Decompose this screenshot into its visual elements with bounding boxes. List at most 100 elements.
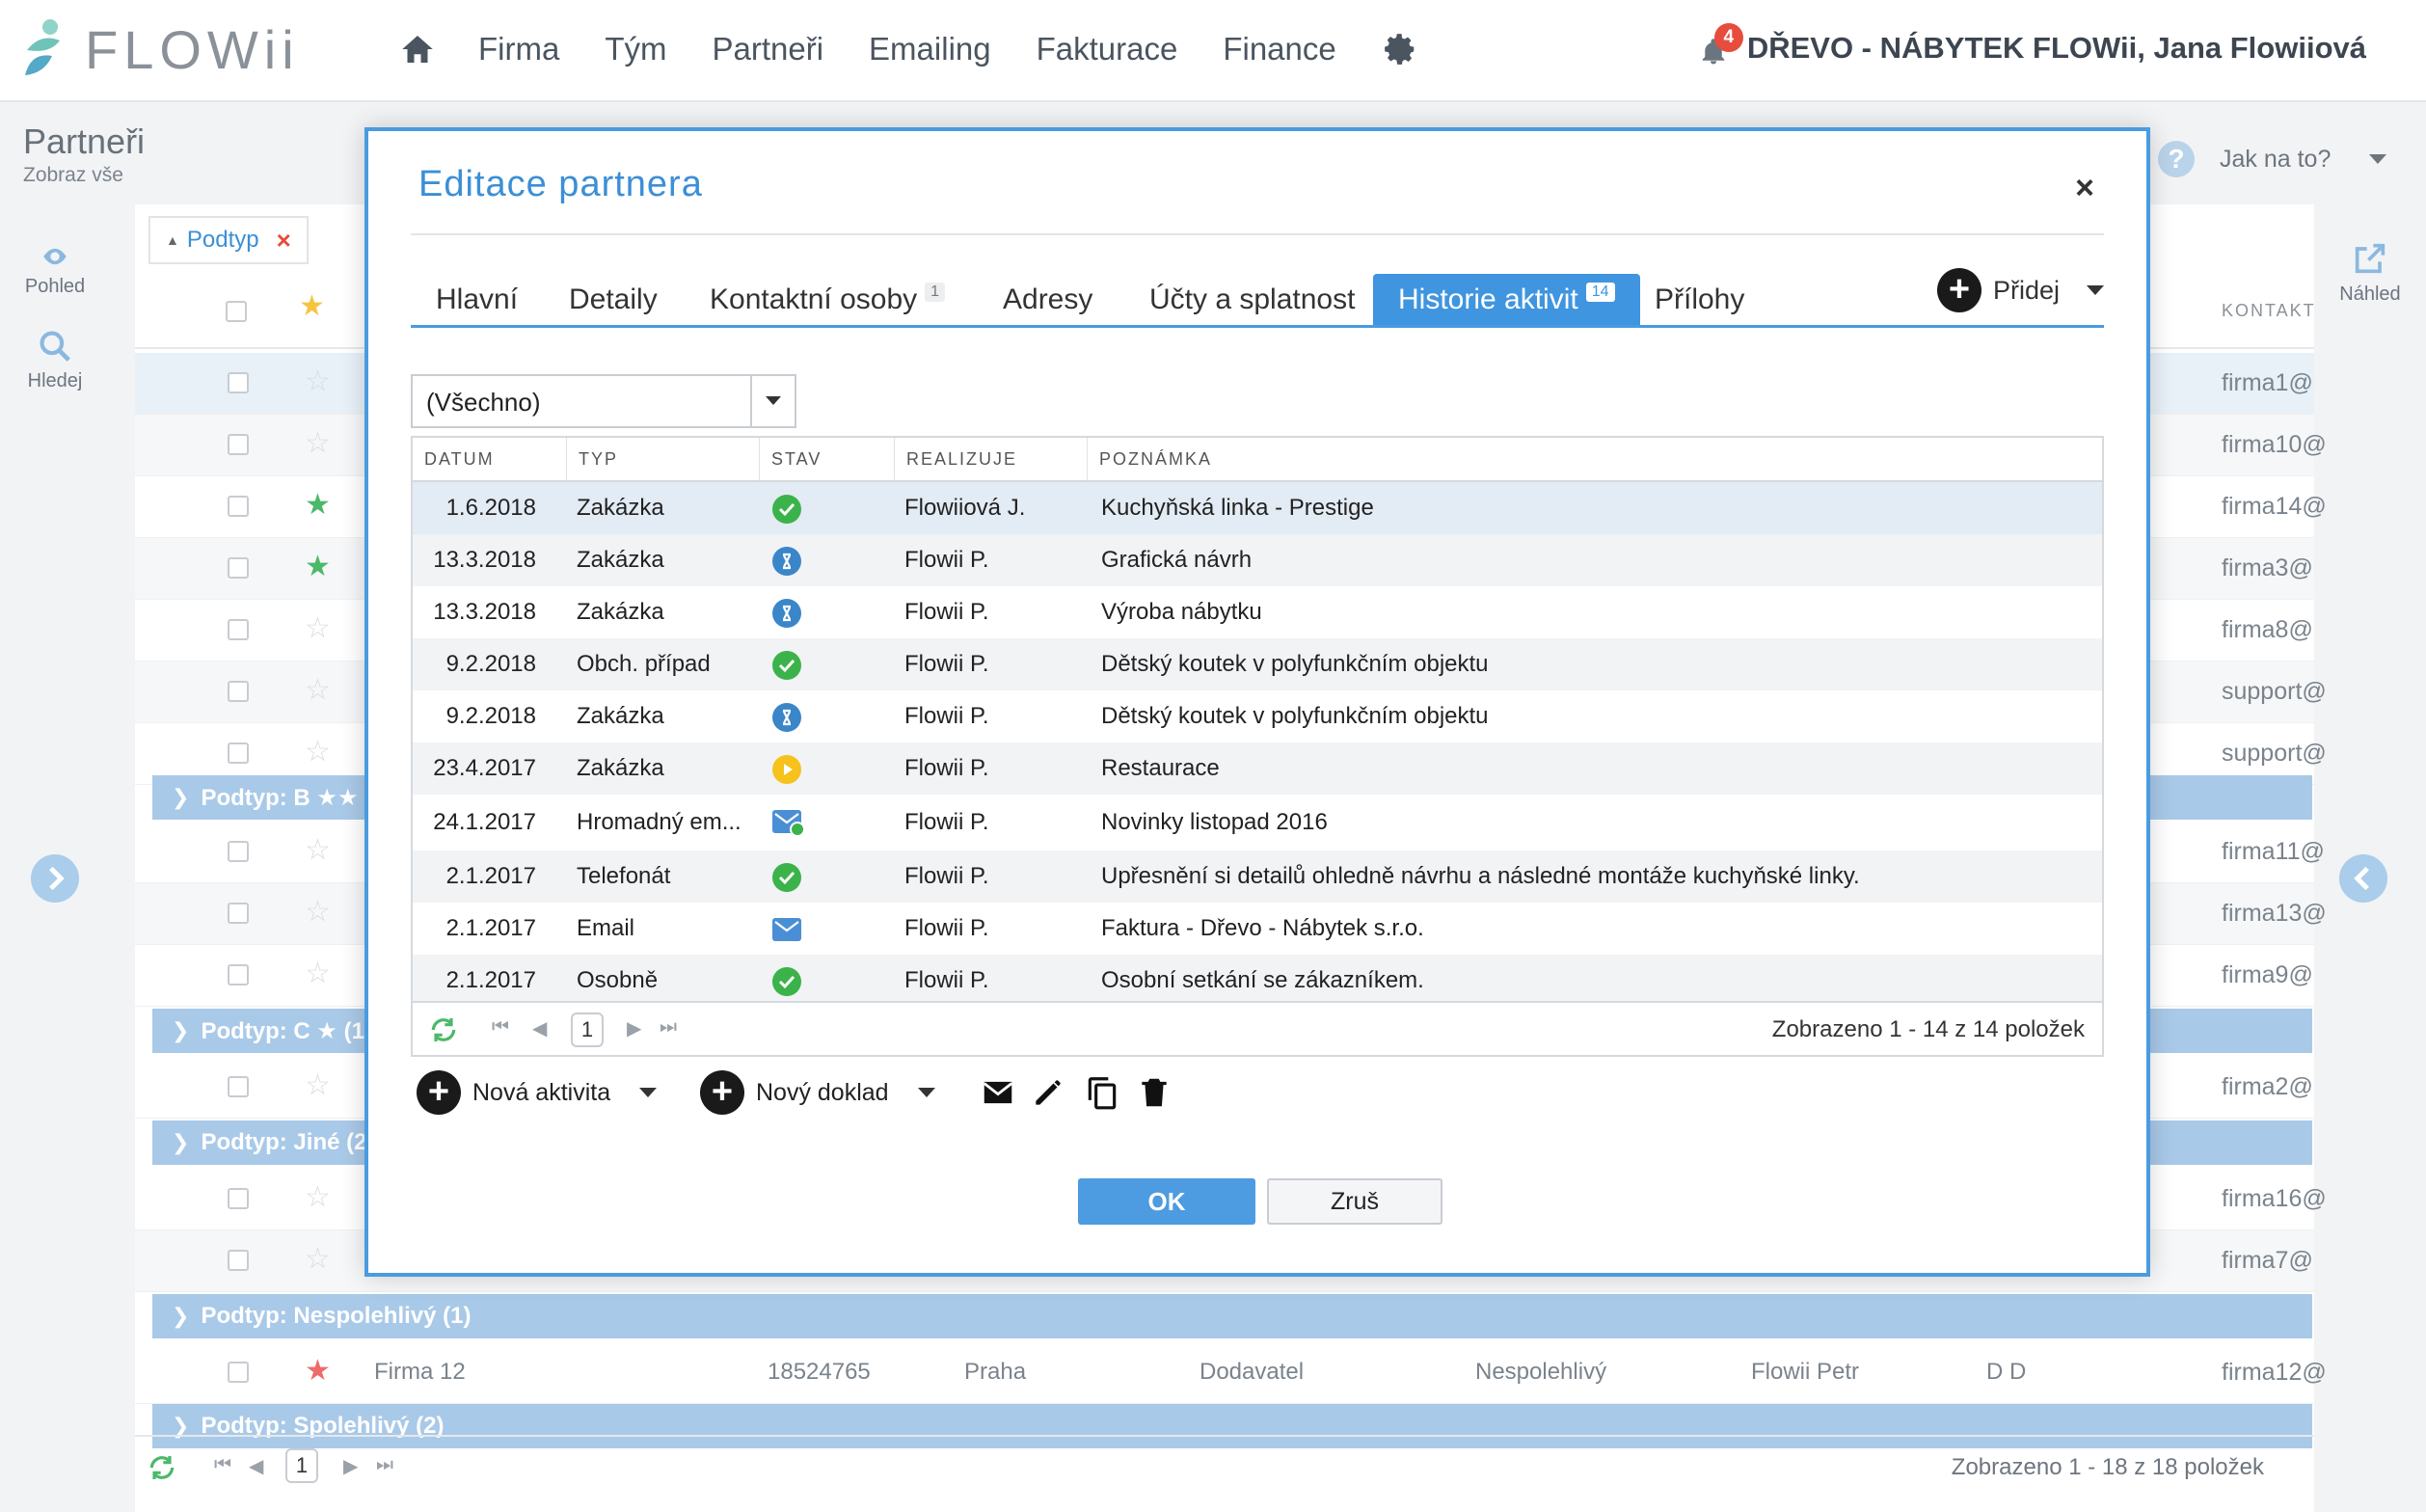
row-checkbox[interactable] bbox=[228, 1362, 249, 1383]
help-text[interactable]: Jak na to? bbox=[2220, 146, 2331, 174]
favorite-star-icon[interactable]: ☆ bbox=[305, 833, 331, 867]
row-checkbox[interactable] bbox=[228, 681, 249, 702]
user-name[interactable]: DŘEVO - NÁBYTEK FLOWii, Jana Flowiiová bbox=[1747, 31, 2366, 66]
table-row[interactable]: 2.1.2017 Telefonát Flowii P. Upřesnění si d… bbox=[413, 850, 2102, 903]
nav-partneri[interactable]: Partneři bbox=[712, 31, 823, 68]
favorite-star-icon[interactable]: ★ bbox=[305, 1354, 331, 1388]
last-page-icon[interactable]: ⏭ bbox=[376, 1454, 393, 1476]
help-area[interactable]: ? Jak na to? bbox=[2158, 141, 2387, 177]
row-checkbox[interactable] bbox=[228, 964, 249, 986]
favorite-star-icon[interactable]: ☆ bbox=[305, 1068, 331, 1102]
table-row[interactable]: 1.6.2018 Zakázka Flowiiová J. Kuchyňská lin… bbox=[413, 482, 2102, 534]
table-row[interactable]: 2.1.2017 Email Flowii P. Faktura - Dřevo - … bbox=[413, 903, 2102, 955]
home-icon[interactable] bbox=[397, 29, 438, 69]
rail-view[interactable]: Pohled bbox=[0, 243, 110, 298]
refresh-icon[interactable] bbox=[147, 1452, 177, 1483]
nav-fakturace[interactable]: Fakturace bbox=[1037, 31, 1178, 68]
tab-adresy[interactable]: Adresy bbox=[1003, 274, 1092, 325]
page-subtitle[interactable]: Zobraz vše bbox=[23, 164, 123, 187]
table-row[interactable]: 24.1.2017 Hromadný em... Flowii P. Novinky … bbox=[413, 795, 2102, 850]
table-row[interactable]: 23.4.2017 Zakázka Flowii P. Restaurace bbox=[413, 742, 2102, 795]
col-realizuje[interactable]: REALIZUJE bbox=[895, 438, 1088, 480]
first-page-icon[interactable]: ⏮ bbox=[492, 1016, 509, 1039]
col-poznamka[interactable]: POZNÁMKA bbox=[1088, 438, 2102, 480]
logo[interactable]: FLOWii bbox=[21, 15, 300, 83]
prev-page-icon[interactable]: ◀ bbox=[249, 1454, 263, 1478]
favorite-star-icon[interactable]: ☆ bbox=[305, 364, 331, 398]
row-checkbox[interactable] bbox=[228, 557, 249, 579]
row-checkbox[interactable] bbox=[228, 496, 249, 517]
tab-prilohy[interactable]: Přílohy bbox=[1655, 274, 1744, 325]
new-document-button[interactable]: + Nový doklad bbox=[700, 1070, 935, 1115]
tab-detaily[interactable]: Detaily bbox=[569, 274, 658, 325]
row-checkbox[interactable] bbox=[228, 742, 249, 764]
table-row[interactable]: ★ Firma 12 18524765 Praha Dodavatel Nespolehl… bbox=[135, 1342, 2327, 1404]
nav-emailing[interactable]: Emailing bbox=[869, 31, 991, 68]
chevron-right-icon[interactable]: ❯ bbox=[172, 1018, 189, 1043]
col-datum[interactable]: DATUM bbox=[413, 438, 567, 480]
table-row[interactable]: 13.3.2018 Zakázka Flowii P. Výroba nábytku bbox=[413, 586, 2102, 638]
notifications[interactable]: 4 bbox=[1699, 23, 1743, 68]
column-header-kontakt[interactable]: KONTAKT bbox=[2222, 301, 2316, 321]
row-checkbox[interactable] bbox=[228, 1188, 249, 1209]
favorite-star-icon[interactable]: ☆ bbox=[305, 895, 331, 929]
help-icon[interactable]: ? bbox=[2158, 141, 2195, 177]
trash-icon[interactable] bbox=[1136, 1074, 1173, 1111]
gear-icon[interactable] bbox=[1382, 31, 1418, 68]
last-page-icon[interactable]: ⏭ bbox=[660, 1016, 677, 1039]
chevron-right-icon[interactable]: ❯ bbox=[172, 785, 189, 810]
tab-historie-aktivit[interactable]: Historie aktivit 14 bbox=[1373, 274, 1640, 325]
page-number-input[interactable]: 1 bbox=[571, 1012, 604, 1047]
nav-finance[interactable]: Finance bbox=[1223, 31, 1335, 68]
favorite-star-icon[interactable]: ☆ bbox=[305, 426, 331, 460]
table-row[interactable]: 2.1.2017 Osobně Flowii P. Osobní setkání se… bbox=[413, 955, 2102, 1003]
rail-preview[interactable]: Náhled bbox=[2314, 239, 2426, 306]
chevron-right-icon[interactable]: ❯ bbox=[172, 1130, 189, 1155]
chevron-down-icon[interactable] bbox=[750, 376, 795, 426]
row-checkbox[interactable] bbox=[228, 434, 249, 455]
prev-page-icon[interactable]: ◀ bbox=[532, 1016, 547, 1040]
chevron-down-icon[interactable] bbox=[639, 1088, 658, 1097]
row-checkbox[interactable] bbox=[228, 903, 249, 924]
favorite-star-icon[interactable]: ☆ bbox=[305, 957, 331, 990]
favorite-star-icon[interactable]: ☆ bbox=[305, 1242, 331, 1276]
chevron-down-icon[interactable] bbox=[917, 1088, 935, 1097]
row-checkbox[interactable] bbox=[228, 841, 249, 862]
chevron-down-icon[interactable] bbox=[2087, 285, 2104, 295]
add-button[interactable]: + Přidej bbox=[1936, 268, 2104, 312]
copy-icon[interactable] bbox=[1084, 1074, 1120, 1111]
row-checkbox[interactable] bbox=[228, 372, 249, 393]
filter-chip-podtyp[interactable]: ▲ Podtyp × bbox=[148, 216, 309, 264]
close-icon[interactable]: × bbox=[2075, 170, 2094, 207]
next-page-icon[interactable]: ▶ bbox=[627, 1016, 641, 1040]
table-row[interactable]: 9.2.2018 Zakázka Flowii P. Dětský koutek v … bbox=[413, 690, 2102, 742]
tab-ucty-splatnost[interactable]: Účty a splatnost bbox=[1149, 274, 1355, 325]
rail-search[interactable]: Hledej bbox=[0, 328, 110, 392]
favorite-star-icon[interactable]: ★ bbox=[305, 550, 331, 583]
first-page-icon[interactable]: ⏮ bbox=[214, 1454, 231, 1476]
page-number-input[interactable]: 1 bbox=[285, 1448, 318, 1483]
ok-button[interactable]: OK bbox=[1078, 1178, 1255, 1225]
table-row[interactable]: 9.2.2018 Obch. případ Flowii P. Dětský kout… bbox=[413, 638, 2102, 690]
new-activity-button[interactable]: + Nová aktivita bbox=[417, 1070, 658, 1115]
favorite-filter-icon[interactable]: ★ bbox=[299, 289, 325, 323]
favorite-star-icon[interactable]: ☆ bbox=[305, 735, 331, 769]
mail-icon[interactable] bbox=[980, 1074, 1016, 1111]
remove-filter-icon[interactable]: × bbox=[277, 226, 291, 256]
edit-icon[interactable] bbox=[1030, 1074, 1066, 1111]
help-dropdown-icon[interactable] bbox=[2369, 154, 2387, 164]
favorite-star-icon[interactable]: ☆ bbox=[305, 673, 331, 707]
tab-hlavni[interactable]: Hlavní bbox=[436, 274, 518, 325]
collapse-right-button[interactable] bbox=[2339, 854, 2387, 903]
col-stav[interactable]: STAV bbox=[760, 438, 895, 480]
nav-firma[interactable]: Firma bbox=[478, 31, 559, 68]
col-typ[interactable]: TYP bbox=[567, 438, 760, 480]
chevron-right-icon[interactable]: ❯ bbox=[172, 1304, 189, 1329]
table-row[interactable]: 13.3.2018 Zakázka Flowii P. Grafická návrh bbox=[413, 534, 2102, 586]
favorite-star-icon[interactable]: ☆ bbox=[305, 611, 331, 645]
refresh-icon[interactable] bbox=[428, 1014, 459, 1045]
tab-kontaktni-osoby[interactable]: Kontaktní osoby 1 bbox=[710, 274, 946, 325]
favorite-star-icon[interactable]: ★ bbox=[305, 488, 331, 522]
row-checkbox[interactable] bbox=[228, 619, 249, 640]
group-row[interactable]: ❯ Podtyp: Nespolehlivý (1) bbox=[152, 1294, 2312, 1338]
